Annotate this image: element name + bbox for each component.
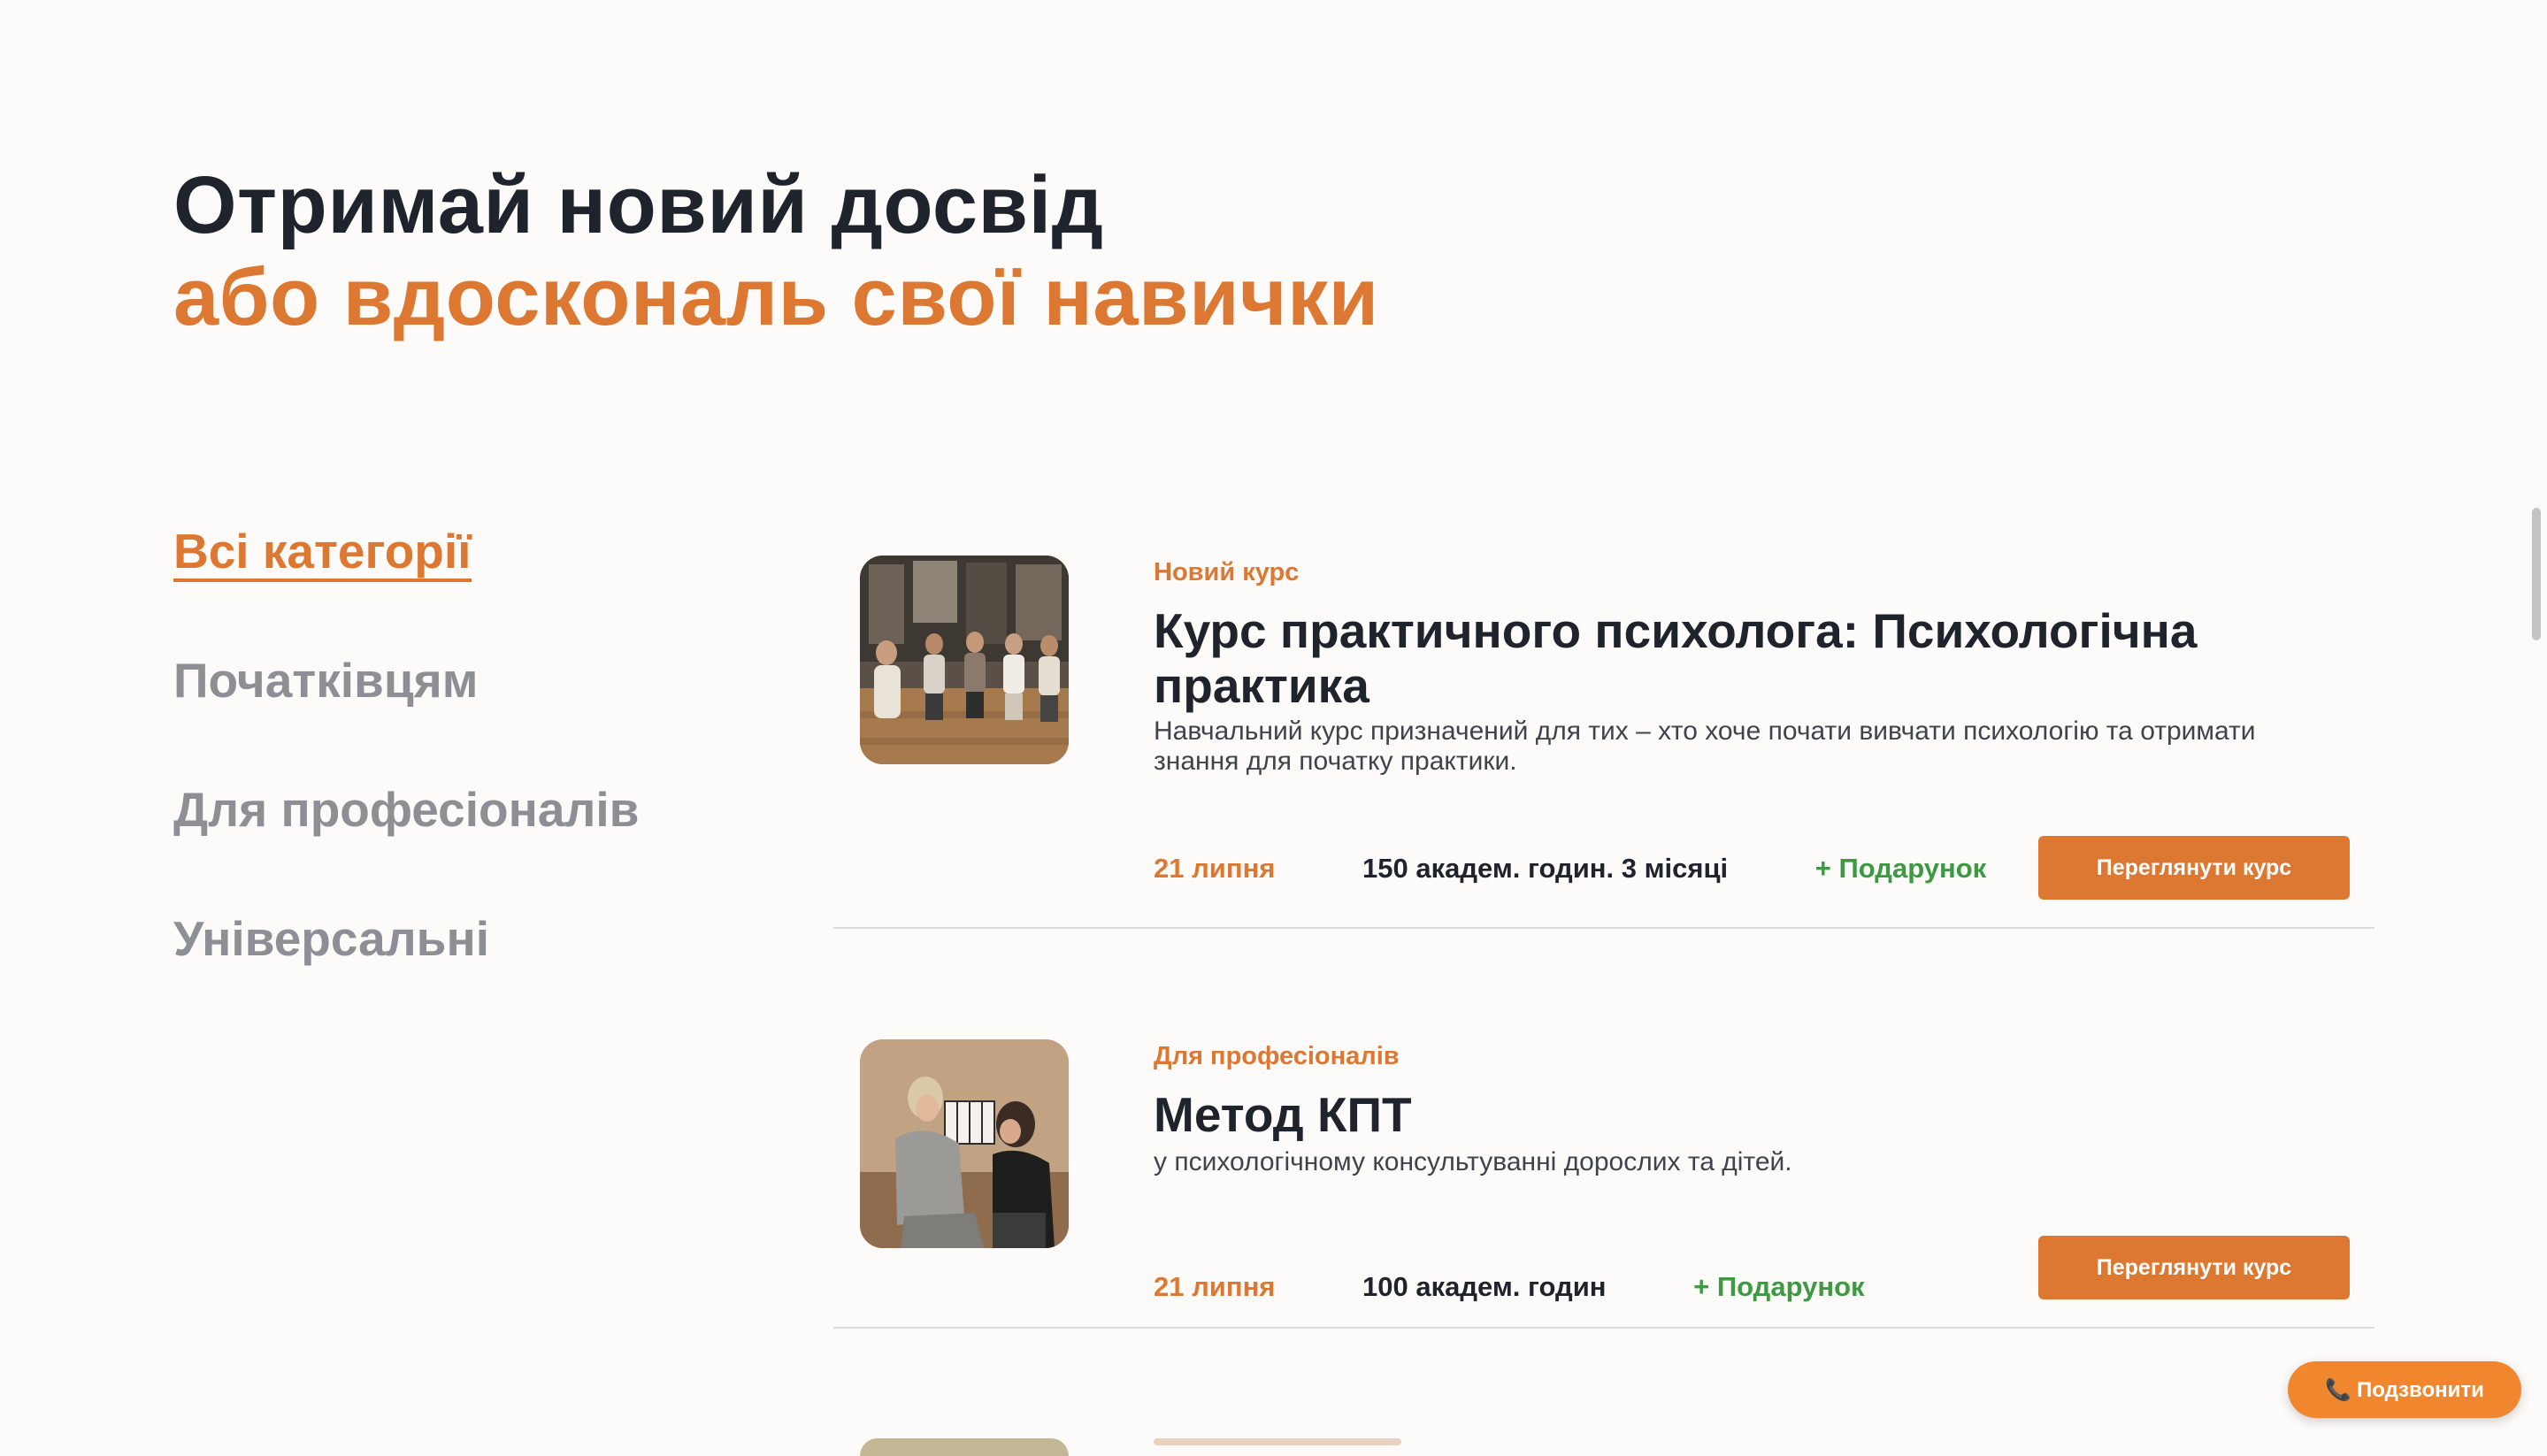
next-course-image-partial xyxy=(860,1438,1069,1456)
course-gift-badge: + Подарунок xyxy=(1814,853,1987,884)
course-duration: 100 академ. годин xyxy=(1362,1271,1607,1302)
course-tag: Новий курс xyxy=(1154,558,1300,586)
hero-title-line2: або вдоскональ свої навички xyxy=(173,252,1379,342)
category-all-label: Всі категорії xyxy=(173,524,472,582)
course-meta: 21 липня 100 академ. годин + Подарунок xyxy=(1154,1269,1865,1305)
course-start-date: 21 липня xyxy=(1154,853,1276,884)
course-card: Для професіоналів Метод КПТ у психологіч… xyxy=(833,1039,2374,1329)
category-all[interactable]: Всі категорії xyxy=(173,520,722,582)
course-tag: Для професіоналів xyxy=(1154,1042,1400,1070)
course-title[interactable]: Курс практичного психолога: Психологічна… xyxy=(1154,603,2277,713)
course-start-date: 21 липня xyxy=(1154,1271,1276,1302)
category-professionals-label: Для професіоналів xyxy=(173,782,640,837)
course-image[interactable] xyxy=(860,556,1069,764)
hero-title-line1: Отримай новий досвід xyxy=(173,160,1104,250)
category-filter: Всі категорії Початківцям Для професіона… xyxy=(173,520,722,1037)
hero-section: Отримай новий досвід або вдоскональ свої… xyxy=(173,159,1379,343)
category-universal[interactable]: Універсальні xyxy=(173,908,722,969)
category-beginners[interactable]: Початківцям xyxy=(173,649,722,711)
next-course-tag-partial xyxy=(1154,1438,1401,1445)
course-description: у психологічному консультуванні дорослих… xyxy=(1154,1147,1792,1176)
hero-title: Отримай новий досвід або вдоскональ свої… xyxy=(173,159,1379,343)
group-therapy-photo xyxy=(860,556,1069,764)
call-me-button[interactable]: 📞 Подзвонити xyxy=(2288,1361,2521,1418)
course-meta: 21 липня 150 академ. годин. 3 місяці + П… xyxy=(1154,851,1986,886)
course-description: Навчальний курс призначений для тих – хт… xyxy=(1154,717,2256,776)
call-me-label: Подзвонити xyxy=(2356,1377,2484,1402)
view-course-button[interactable]: Переглянути курс xyxy=(2038,1236,2350,1299)
view-course-button[interactable]: Переглянути курс xyxy=(2038,836,2350,900)
category-beginners-label: Початківцям xyxy=(173,653,479,708)
scrollbar-thumb[interactable] xyxy=(2532,508,2541,640)
course-image[interactable] xyxy=(860,1039,1069,1248)
phone-icon: 📞 xyxy=(2325,1377,2351,1402)
consultation-photo xyxy=(860,1039,1069,1248)
category-universal-label: Універсальні xyxy=(173,911,489,966)
course-card: Новий курс Курс практичного психолога: П… xyxy=(833,556,2374,929)
course-gift-badge: + Подарунок xyxy=(1693,1271,1865,1302)
category-professionals[interactable]: Для професіоналів xyxy=(173,778,722,840)
course-duration: 150 академ. годин. 3 місяці xyxy=(1362,853,1729,884)
course-title[interactable]: Метод КПТ xyxy=(1154,1087,2277,1142)
